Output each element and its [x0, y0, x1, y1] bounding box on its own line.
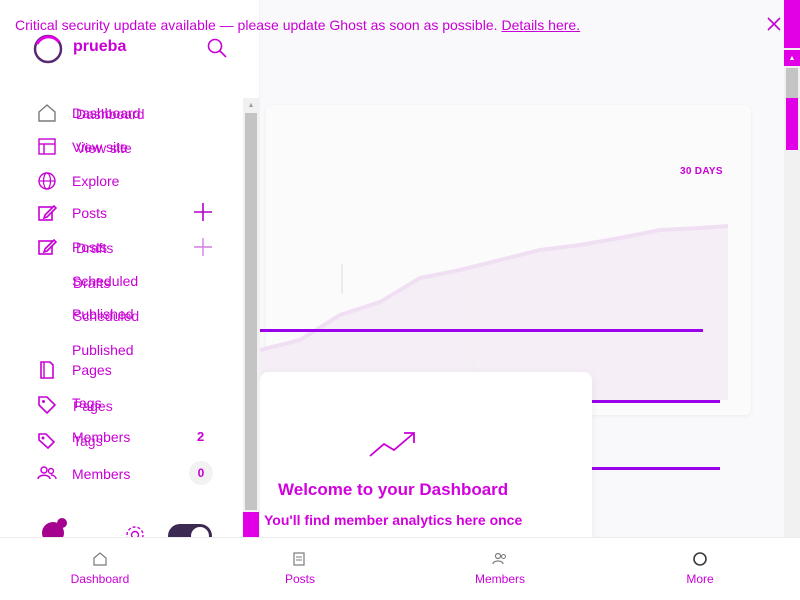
- sidebar-scrollbar[interactable]: ▲: [243, 98, 259, 538]
- scroll-up-arrow-icon[interactable]: ▲: [784, 50, 800, 66]
- globe-icon: [38, 172, 56, 190]
- nav-drafts-label: Drafts: [73, 275, 111, 291]
- nav-members-2[interactable]: [36, 461, 58, 485]
- nav-drafts-label-overlay: Drafts: [76, 240, 114, 256]
- nav-scheduled-label-overlay: Scheduled: [73, 308, 140, 324]
- search-icon[interactable]: [205, 36, 229, 60]
- nav-tags[interactable]: [36, 393, 58, 417]
- home-icon: [38, 104, 56, 122]
- bottom-nav-dashboard-label: Dashboard: [70, 572, 130, 586]
- main-content: 30 DAYS Welcome to your Dashboard You'll…: [260, 0, 784, 540]
- site-name[interactable]: prueba: [73, 38, 126, 56]
- page-scrollbar-thumb-base: [786, 68, 798, 98]
- nav-view-site[interactable]: [36, 135, 58, 159]
- close-icon[interactable]: [766, 16, 782, 32]
- edit-icon: [38, 204, 58, 221]
- bottom-nav-dashboard[interactable]: Dashboard: [0, 538, 200, 600]
- site-logo: [33, 34, 63, 64]
- security-banner: Critical security update available — ple…: [0, 14, 784, 36]
- nav-view-site-label-overlay: View site: [76, 140, 132, 156]
- nav-members[interactable]: [36, 427, 58, 451]
- nav-explore[interactable]: [36, 169, 58, 193]
- banner-message: Critical security update available — ple…: [15, 17, 498, 33]
- nav-posts[interactable]: [36, 201, 58, 225]
- home-icon: [93, 552, 107, 566]
- date-range-select[interactable]: 30 DAYS: [680, 166, 723, 177]
- sidebar-scrollbar-highlight: [243, 512, 259, 538]
- bottom-nav-members-label: Members: [474, 572, 525, 586]
- posts-icon: [293, 552, 305, 566]
- welcome-text: You'll find member analytics here once: [264, 512, 523, 528]
- banner-details-link[interactable]: Details here.: [502, 17, 581, 33]
- bottom-nav-more-label: More: [686, 572, 714, 586]
- banner-text: Critical security update available — ple…: [15, 17, 580, 33]
- user-status-dot: [57, 518, 67, 528]
- trend-up-icon: [369, 432, 415, 457]
- members-count-badge: 0: [189, 461, 213, 485]
- sidebar-scrollbar-thumb[interactable]: [245, 113, 257, 510]
- bottom-nav-more[interactable]: More: [600, 538, 800, 600]
- bottom-nav-posts[interactable]: Posts: [200, 538, 400, 600]
- edit-icon: [38, 238, 58, 255]
- nav-dashboard[interactable]: [36, 101, 58, 125]
- nav-pages[interactable]: [36, 358, 58, 382]
- scroll-up-arrow-icon[interactable]: ▲: [243, 98, 259, 112]
- nav-posts-label[interactable]: Posts: [72, 204, 107, 222]
- nav-posts-duplicate[interactable]: [36, 235, 58, 259]
- members-count: 2: [197, 429, 205, 444]
- nav-dashboard-label-overlay: Dashboard: [76, 106, 145, 122]
- nav-members-label-2[interactable]: Members: [72, 465, 130, 483]
- page-scrollbar-highlight: [784, 0, 800, 48]
- nav-tags-label-overlay: Tags: [73, 433, 103, 449]
- page-scrollbar[interactable]: ▲: [784, 0, 800, 540]
- bottom-nav-members[interactable]: Members: [400, 538, 600, 600]
- chart-guide-line: [260, 329, 703, 332]
- layout-icon: [38, 138, 56, 155]
- nav-pages-label-overlay: Pages: [73, 398, 113, 414]
- members-icon: [37, 466, 57, 480]
- members-icon: [492, 552, 507, 565]
- bottom-nav: Dashboard Posts Members More: [0, 537, 800, 600]
- new-post-plus-icon-duplicate[interactable]: [192, 236, 214, 258]
- nav-pages-label[interactable]: Pages: [72, 361, 112, 379]
- nav-explore-label[interactable]: Explore: [72, 172, 119, 190]
- more-icon: [693, 552, 707, 566]
- page-icon: [40, 361, 54, 379]
- tag-icon: [38, 396, 57, 415]
- bottom-nav-posts-label: Posts: [284, 572, 315, 586]
- sidebar: prueba Dashboard Dashboard View site Vie…: [0, 0, 260, 548]
- new-post-plus-icon[interactable]: [192, 201, 214, 223]
- nav-published-label-2[interactable]: Published: [72, 341, 134, 359]
- tag-icon: [38, 433, 56, 450]
- welcome-title: Welcome to your Dashboard: [278, 480, 509, 499]
